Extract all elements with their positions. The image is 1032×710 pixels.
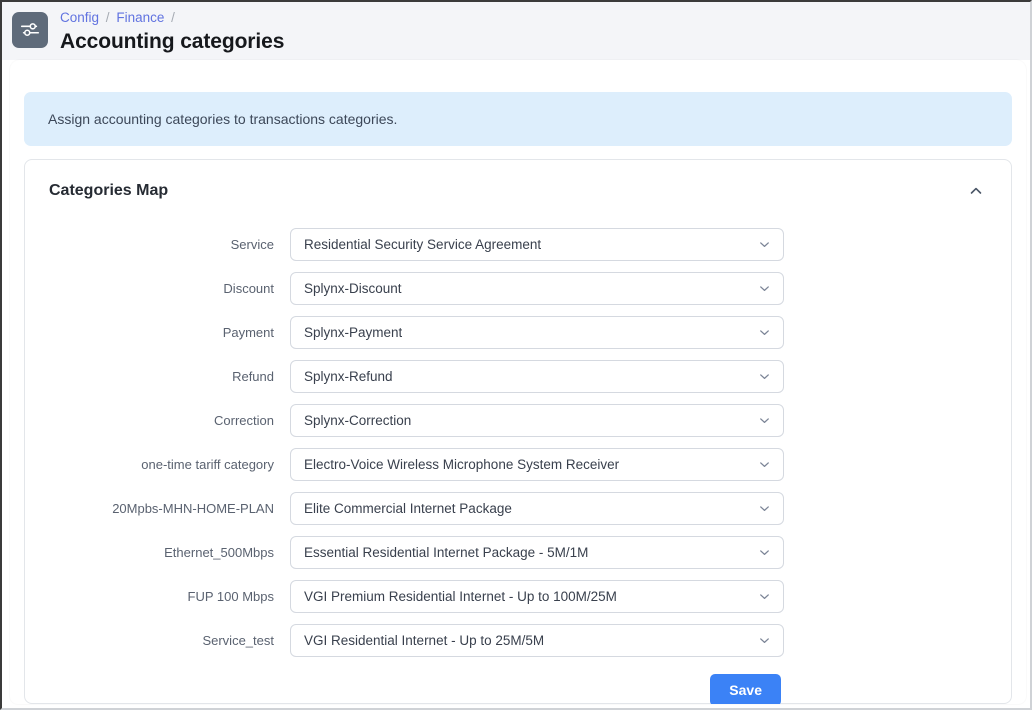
header-text-group: Config / Finance / Accounting categories bbox=[60, 11, 284, 52]
row-label: Refund bbox=[232, 368, 274, 384]
category-select[interactable]: Splynx-Discount bbox=[290, 271, 784, 305]
row-field: VGI Premium Residential Internet - Up to… bbox=[290, 579, 784, 613]
breadcrumb-item-finance[interactable]: Finance bbox=[116, 10, 164, 25]
row-field: Essential Residential Internet Package -… bbox=[290, 535, 784, 569]
chevron-down-icon[interactable] bbox=[757, 457, 772, 472]
breadcrumb: Config / Finance / bbox=[60, 11, 284, 25]
category-select[interactable]: Electro-Voice Wireless Microphone System… bbox=[290, 447, 784, 481]
chevron-down-icon[interactable] bbox=[757, 281, 772, 296]
row-field: Splynx-Correction bbox=[290, 403, 784, 437]
chevron-down-icon[interactable] bbox=[757, 237, 772, 252]
card-title: Categories Map bbox=[49, 182, 169, 199]
category-select[interactable]: Splynx-Refund bbox=[290, 359, 784, 393]
row-label: Correction bbox=[214, 412, 274, 428]
row-label: Service bbox=[230, 236, 274, 252]
info-banner-text: Assign accounting categories to transact… bbox=[48, 111, 398, 127]
save-button[interactable]: Save bbox=[710, 674, 781, 704]
category-select[interactable]: Essential Residential Internet Package -… bbox=[290, 535, 784, 569]
form-row: Correction Splynx-Correction bbox=[25, 398, 1011, 442]
row-field: VGI Residential Internet - Up to 25M/5M bbox=[290, 623, 784, 657]
chevron-down-icon[interactable] bbox=[757, 501, 772, 516]
row-field: Splynx-Discount bbox=[290, 271, 784, 305]
row-label: Discount bbox=[223, 280, 274, 296]
categories-map-card: Categories Map Service Residential Securi… bbox=[24, 159, 1012, 704]
category-select-value: Electro-Voice Wireless Microphone System… bbox=[304, 456, 620, 472]
category-select-value: Essential Residential Internet Package -… bbox=[304, 544, 589, 560]
info-banner: Assign accounting categories to transact… bbox=[24, 92, 1012, 146]
breadcrumb-item-config[interactable]: Config bbox=[60, 10, 99, 25]
page-title: Accounting categories bbox=[60, 29, 285, 53]
category-select-value: Residential Security Service Agreement bbox=[304, 236, 542, 252]
chevron-down-icon[interactable] bbox=[757, 325, 772, 340]
row-field: Electro-Voice Wireless Microphone System… bbox=[290, 447, 784, 481]
breadcrumb-separator-1: / bbox=[105, 10, 110, 25]
row-field: Splynx-Payment bbox=[290, 315, 784, 349]
chevron-down-icon[interactable] bbox=[757, 589, 772, 604]
category-select[interactable]: VGI Premium Residential Internet - Up to… bbox=[290, 579, 784, 613]
page-header: Config / Finance / Accounting categories bbox=[2, 2, 1030, 60]
category-select-value: Splynx-Discount bbox=[304, 280, 402, 296]
category-select-value: Splynx-Correction bbox=[304, 412, 412, 428]
category-select[interactable]: Elite Commercial Internet Package bbox=[290, 491, 784, 525]
row-field: Elite Commercial Internet Package bbox=[290, 491, 784, 525]
form-row: 20Mpbs-MHN-HOME-PLAN Elite Commercial Int… bbox=[25, 486, 1011, 530]
categories-map-header[interactable]: Categories Map bbox=[25, 160, 1011, 222]
row-label: 20Mpbs-MHN-HOME-PLAN bbox=[112, 500, 274, 516]
row-field: Splynx-Refund bbox=[290, 359, 784, 393]
chevron-up-icon[interactable] bbox=[963, 178, 989, 204]
row-label: Service_test bbox=[202, 632, 274, 648]
category-select[interactable]: Residential Security Service Agreement bbox=[290, 227, 784, 261]
content-surface: Assign accounting categories to transact… bbox=[10, 60, 1026, 704]
row-field: Residential Security Service Agreement bbox=[290, 227, 784, 261]
row-label: Ethernet_500Mbps bbox=[164, 544, 274, 560]
category-select[interactable]: Splynx-Correction bbox=[290, 403, 784, 437]
chevron-down-icon[interactable] bbox=[757, 369, 772, 384]
sliders-icon bbox=[12, 12, 48, 48]
chevron-down-icon[interactable] bbox=[757, 545, 772, 560]
save-row: Save bbox=[25, 674, 1011, 704]
category-select-value: VGI Premium Residential Internet - Up to… bbox=[304, 588, 617, 604]
chevron-down-icon[interactable] bbox=[757, 633, 772, 648]
row-label: FUP 100 Mbps bbox=[187, 588, 274, 604]
form-row: Discount Splynx-Discount bbox=[25, 266, 1011, 310]
category-select-value: VGI Residential Internet - Up to 25M/5M bbox=[304, 632, 545, 648]
row-label: one-time tariff category bbox=[141, 456, 274, 472]
form-row: Service Residential Security Service Agre… bbox=[25, 222, 1011, 266]
category-select-value: Splynx-Payment bbox=[304, 324, 403, 340]
chevron-down-icon[interactable] bbox=[757, 413, 772, 428]
category-select-value: Elite Commercial Internet Package bbox=[304, 500, 512, 516]
form-row: FUP 100 Mbps VGI Premium Residential Inte… bbox=[25, 574, 1011, 618]
form-row: one-time tariff category Electro-Voice Wi… bbox=[25, 442, 1011, 486]
categories-form: Service Residential Security Service Agre… bbox=[25, 222, 1011, 662]
breadcrumb-separator-2: / bbox=[171, 10, 175, 25]
app-window: Config / Finance / Accounting categories… bbox=[0, 0, 1032, 710]
row-label: Payment bbox=[222, 324, 274, 340]
form-row: Refund Splynx-Refund bbox=[25, 354, 1011, 398]
form-row: Ethernet_500Mbps Essential Residential In… bbox=[25, 530, 1011, 574]
form-row: Service_test VGI Residential Internet - U… bbox=[25, 618, 1011, 662]
form-row: Payment Splynx-Payment bbox=[25, 310, 1011, 354]
category-select[interactable]: Splynx-Payment bbox=[290, 315, 784, 349]
category-select-value: Splynx-Refund bbox=[304, 368, 393, 384]
category-select[interactable]: VGI Residential Internet - Up to 25M/5M bbox=[290, 623, 784, 657]
